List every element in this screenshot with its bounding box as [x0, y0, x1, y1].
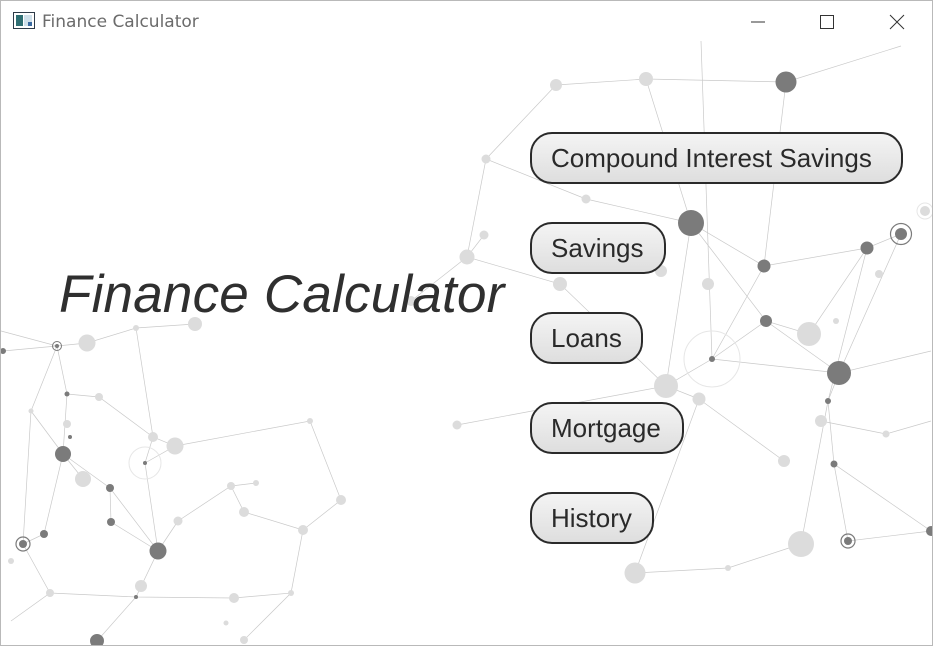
loans-button[interactable]: Loans [530, 312, 643, 364]
minimize-button[interactable] [735, 1, 781, 43]
history-button[interactable]: History [530, 492, 654, 544]
page-title: Finance Calculator [59, 265, 505, 324]
app-icon [13, 12, 35, 29]
compound-interest-savings-button[interactable]: Compound Interest Savings [530, 132, 903, 184]
mortgage-button[interactable]: Mortgage [530, 402, 684, 454]
close-button[interactable] [874, 1, 920, 43]
maximize-button[interactable] [804, 1, 850, 43]
window-title: Finance Calculator [42, 12, 199, 32]
title-bar: Finance Calculator [1, 1, 932, 43]
minimize-icon [751, 21, 765, 23]
maximize-icon [820, 15, 834, 29]
app-window: Finance Calculator Finance Calculator Co… [0, 0, 933, 646]
savings-button[interactable]: Savings [530, 222, 666, 274]
close-icon [889, 14, 905, 30]
